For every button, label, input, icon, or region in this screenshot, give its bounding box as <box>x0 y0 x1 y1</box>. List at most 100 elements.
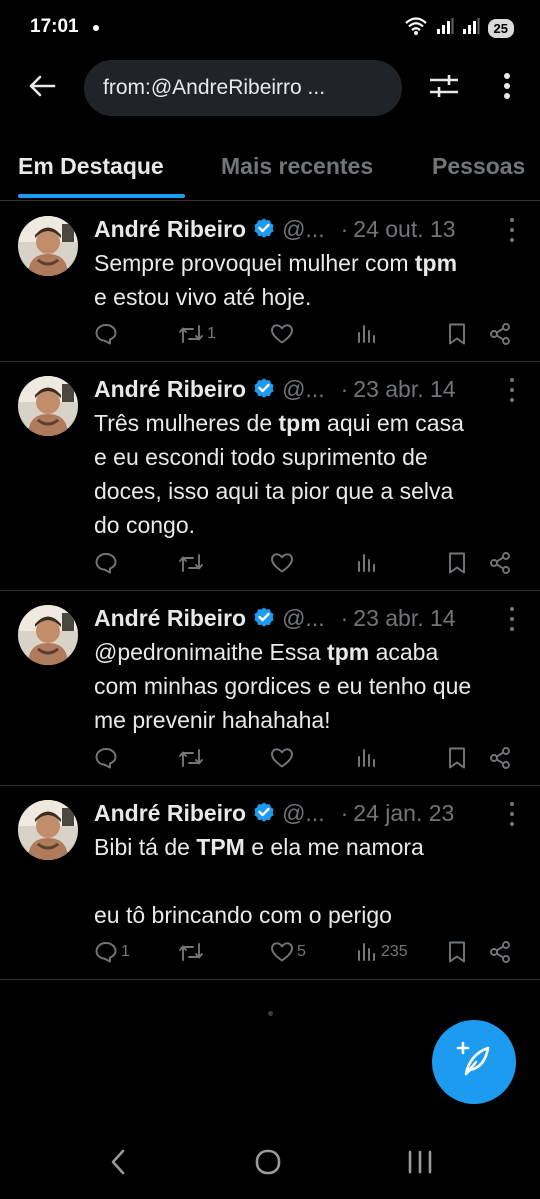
verified-badge-icon <box>252 377 276 401</box>
tweet-text-line: eu tô brincando com o perigo <box>94 898 520 932</box>
highlighted-term: tpm <box>278 410 321 436</box>
bookmark-button[interactable] <box>446 743 468 773</box>
heart-icon <box>270 746 294 770</box>
arrow-left-icon <box>28 74 56 103</box>
compose-button[interactable] <box>432 1020 516 1104</box>
avatar[interactable] <box>18 216 78 276</box>
tweet[interactable]: André Ribeiro @... · 23 abr. 14 Três mulhere… <box>0 362 540 591</box>
tweet-date[interactable]: 23 abr. 14 <box>353 605 455 632</box>
tweet[interactable]: André Ribeiro @... · 23 abr. 14 @pedronimait… <box>0 591 540 786</box>
text-segment: aqui em casa <box>320 410 464 436</box>
search-tabs: Em Destaque Mais recentes Pessoas <box>0 140 540 200</box>
author-name[interactable]: André Ribeiro <box>94 800 246 827</box>
reply-icon <box>94 940 118 964</box>
search-header: from:@AndreRibeirro ... <box>0 58 540 118</box>
highlighted-term: TPM <box>196 834 245 860</box>
share-icon <box>488 746 512 770</box>
tweet-text-line: com minhas gordices e eu tenho que <box>94 669 520 703</box>
views-icon <box>356 941 378 963</box>
share-button[interactable] <box>488 319 512 349</box>
tweet[interactable]: André Ribeiro @... · 24 jan. 23 Bibi tá de T… <box>0 786 540 980</box>
text-segment: @pedronimaithe Essa <box>94 639 328 665</box>
text-segment: e ela me namora <box>244 834 424 860</box>
tweet-date[interactable]: 23 abr. 14 <box>353 376 455 403</box>
retweet-button[interactable] <box>178 743 207 773</box>
author-name[interactable]: André Ribeiro <box>94 216 246 243</box>
author-handle[interactable]: @... <box>282 216 325 243</box>
views-button[interactable] <box>356 548 381 578</box>
tweet-header: André Ribeiro @... · 24 out. 13 <box>94 214 520 244</box>
back-button[interactable] <box>22 70 62 106</box>
retweet-button[interactable]: 1 <box>178 319 216 349</box>
author-name[interactable]: André Ribeiro <box>94 376 246 403</box>
status-bar: 17:01 25 <box>0 0 540 56</box>
separator-dot: · <box>340 375 349 402</box>
avatar[interactable] <box>18 800 78 860</box>
reply-button[interactable] <box>94 743 121 773</box>
more-options-button[interactable] <box>490 70 524 106</box>
tab-mais-recentes[interactable]: Mais recentes <box>221 153 373 180</box>
share-button[interactable] <box>488 743 512 773</box>
search-input[interactable]: from:@AndreRibeirro ... <box>84 60 402 116</box>
text-segment: do congo. <box>94 512 196 538</box>
highlighted-term: tpm <box>414 250 458 276</box>
reply-button[interactable] <box>94 319 121 349</box>
tweet[interactable]: André Ribeiro @... · 24 out. 13 Sempre provo… <box>0 202 540 362</box>
author-name[interactable]: André Ribeiro <box>94 605 246 632</box>
views-button[interactable] <box>356 319 381 349</box>
nav-recents-button[interactable] <box>398 1144 442 1184</box>
tweet-header: André Ribeiro @... · 23 abr. 14 <box>94 374 520 404</box>
home-circle-icon <box>254 1148 282 1181</box>
tweet-more-icon[interactable] <box>508 218 516 242</box>
status-time: 17:01 <box>30 16 79 37</box>
filter-button[interactable] <box>424 70 464 106</box>
share-button[interactable] <box>488 548 512 578</box>
views-count: 235 <box>381 943 408 960</box>
text-segment: com minhas gordices e eu tenho que <box>94 673 472 699</box>
recent-apps-icon <box>407 1150 433 1179</box>
search-query: from:@AndreRibeirro ... <box>103 76 326 99</box>
reply-button[interactable] <box>94 548 121 578</box>
bookmark-button[interactable] <box>446 319 468 349</box>
views-button[interactable]: 235 <box>356 937 408 967</box>
bookmark-button[interactable] <box>446 548 468 578</box>
share-icon <box>488 940 512 964</box>
nav-home-button[interactable] <box>246 1144 290 1184</box>
more-vertical-icon <box>503 72 511 105</box>
bookmark-icon <box>446 940 468 964</box>
tweet-more-icon[interactable] <box>508 607 516 631</box>
tab-pessoas[interactable]: Pessoas <box>432 153 525 180</box>
author-handle[interactable]: @... <box>282 605 325 632</box>
like-button[interactable] <box>270 548 297 578</box>
like-button[interactable]: 5 <box>270 937 306 967</box>
tweet-date[interactable]: 24 out. 13 <box>353 216 455 243</box>
tweet-more-icon[interactable] <box>508 802 516 826</box>
tweet-text-line: e estou vivo até hoje. <box>94 280 520 314</box>
retweet-button[interactable] <box>178 548 207 578</box>
nav-back-button[interactable] <box>96 1144 140 1184</box>
heart-icon <box>270 322 294 346</box>
avatar[interactable] <box>18 605 78 665</box>
bookmark-button[interactable] <box>446 937 468 967</box>
retweet-button[interactable] <box>178 937 207 967</box>
system-navigation-bar <box>0 1130 540 1199</box>
bookmark-icon <box>446 322 468 346</box>
tweet-text-line: @pedronimaithe Essa tpm acaba <box>94 635 520 669</box>
text-segment: eu tô brincando com o perigo <box>94 902 392 928</box>
retweet-icon <box>178 746 204 770</box>
bookmark-icon <box>446 746 468 770</box>
like-button[interactable] <box>270 319 297 349</box>
share-button[interactable] <box>488 937 512 967</box>
tweet-more-icon[interactable] <box>508 378 516 402</box>
separator-dot: · <box>340 215 349 242</box>
like-button[interactable] <box>270 743 297 773</box>
reply-button[interactable]: 1 <box>94 937 130 967</box>
tweet-date[interactable]: 24 jan. 23 <box>353 800 454 827</box>
tweet-text-line: e eu escondi todo suprimento de <box>94 440 520 474</box>
author-handle[interactable]: @... <box>282 800 325 827</box>
retweet-icon <box>178 551 204 575</box>
author-handle[interactable]: @... <box>282 376 325 403</box>
views-button[interactable] <box>356 743 381 773</box>
tab-em-destaque[interactable]: Em Destaque <box>18 153 164 180</box>
avatar[interactable] <box>18 376 78 436</box>
